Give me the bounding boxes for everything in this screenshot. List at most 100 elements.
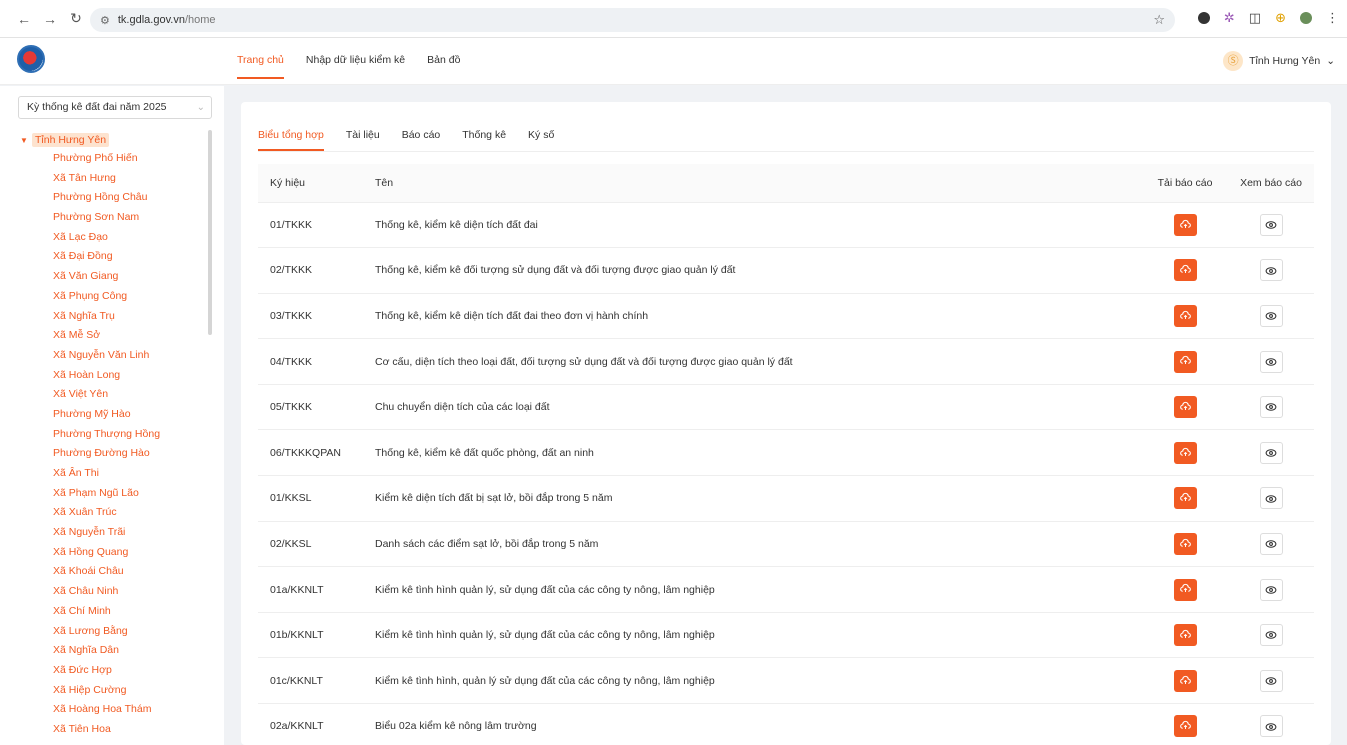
- tree-children: Phường Phố Hiến Xã Tân Hưng Phường Hồng Ch…: [20, 149, 210, 740]
- app-header: Trang chủ Nhập dữ liệu kiểm kê Bản đồ Ⓢ …: [0, 38, 1347, 85]
- tree-item[interactable]: Phường Thượng Hồng: [20, 425, 210, 445]
- eye-icon[interactable]: [1259, 624, 1283, 647]
- tree-item[interactable]: Xã Việt Yên: [20, 385, 210, 405]
- tree-item[interactable]: Xã Hiệp Cường: [20, 681, 210, 701]
- eye-icon[interactable]: [1259, 350, 1283, 373]
- period-select[interactable]: Kỳ thống kê đất đai năm 2025 ⌄: [18, 96, 212, 119]
- tree-item[interactable]: Xã Phạm Ngũ Lão: [20, 484, 210, 504]
- browser-toolbar: ← → ↻ ⚙ tk.gdla.gov.vn/home ☆ ✲ ◫ ⊕ ⋮: [0, 0, 1347, 38]
- cloud-download-icon[interactable]: [1173, 350, 1197, 373]
- tree-root-label[interactable]: Tỉnh Hưng Yên: [32, 133, 110, 147]
- tree-item[interactable]: Xã Lạc Đạo: [20, 228, 210, 248]
- row-code: 03/TKKK: [258, 293, 363, 340]
- cloud-download-icon[interactable]: [1173, 669, 1197, 692]
- tree-item[interactable]: Xã Nghĩa Trụ: [20, 307, 210, 327]
- tree-item[interactable]: Xã Phụng Công: [20, 287, 210, 307]
- cloud-download-icon[interactable]: [1173, 578, 1197, 601]
- row-download-cell: [1142, 384, 1228, 431]
- tree-item[interactable]: Xã Nguyễn Văn Linh: [20, 346, 210, 366]
- tree-item[interactable]: Xã Đại Đồng: [20, 247, 210, 267]
- cloud-download-icon[interactable]: [1173, 396, 1197, 419]
- cloud-download-icon[interactable]: [1173, 532, 1197, 555]
- tree-item[interactable]: Phường Hồng Châu: [20, 188, 210, 208]
- cloud-download-icon[interactable]: [1173, 259, 1197, 282]
- extension-icon[interactable]: [1197, 12, 1210, 24]
- cloud-download-icon[interactable]: [1173, 487, 1197, 510]
- browser-menu-icon[interactable]: ⋮: [1326, 10, 1339, 26]
- eye-icon[interactable]: [1259, 669, 1283, 692]
- cloud-download-icon[interactable]: [1173, 213, 1197, 236]
- tree-item[interactable]: Phường Đường Hào: [20, 444, 210, 464]
- tree-item[interactable]: Xã Xuân Trúc: [20, 503, 210, 523]
- tab-documents[interactable]: Tài liệu: [346, 129, 380, 151]
- tree-item[interactable]: Xã Tân Hưng: [20, 169, 210, 189]
- eye-icon[interactable]: [1259, 487, 1283, 510]
- row-view-cell: [1228, 521, 1314, 568]
- tree-item[interactable]: Xã Nguyễn Trãi: [20, 523, 210, 543]
- cloud-download-icon[interactable]: [1173, 441, 1197, 464]
- tree-item[interactable]: Xã Nghĩa Dân: [20, 641, 210, 661]
- reload-icon[interactable]: ↻: [66, 10, 86, 27]
- cloud-download-icon[interactable]: [1173, 304, 1197, 327]
- tree-item[interactable]: Xã Khoái Châu: [20, 562, 210, 582]
- tree-item[interactable]: Xã Hồng Quang: [20, 543, 210, 563]
- row-view-cell: [1228, 429, 1314, 477]
- table-row: 01a/KKNLT Kiểm kê tình hình quản lý, sử d…: [258, 566, 1314, 613]
- tree-item[interactable]: Xã Tiên Hoa: [20, 720, 210, 740]
- eye-icon[interactable]: [1259, 715, 1283, 738]
- tree-item[interactable]: Phường Sơn Nam: [20, 208, 210, 228]
- row-view-cell: [1228, 612, 1314, 659]
- tree-item[interactable]: Xã Ân Thi: [20, 464, 210, 484]
- nav-input-data[interactable]: Nhập dữ liệu kiểm kê: [306, 38, 405, 85]
- tree-root[interactable]: ▼ Tỉnh Hưng Yên: [20, 131, 210, 149]
- row-name: Kiểm kê tình hình quản lý, sử dụng đất c…: [363, 566, 1142, 613]
- tree-item[interactable]: Phường Phố Hiến: [20, 149, 210, 169]
- tree-item[interactable]: Xã Lương Bằng: [20, 622, 210, 642]
- forward-icon[interactable]: →: [40, 11, 60, 27]
- caret-down-icon[interactable]: ▼: [20, 136, 32, 145]
- address-bar[interactable]: ⚙ tk.gdla.gov.vn/home ☆: [90, 8, 1175, 32]
- eye-icon[interactable]: [1259, 304, 1283, 327]
- table-row: 06/TKKKQPAN Thống kê, kiểm kê đất quốc ph…: [258, 429, 1314, 477]
- nav-map[interactable]: Bản đồ: [427, 38, 460, 85]
- main-card: Biểu tổng hợp Tài liệu Báo cáo Thống kê …: [241, 102, 1331, 745]
- tab-statistics[interactable]: Thống kê: [462, 129, 506, 151]
- row-code: 05/TKKK: [258, 384, 363, 431]
- user-menu[interactable]: Ⓢ Tỉnh Hưng Yên ⌄: [1223, 51, 1335, 71]
- sidebar-scrollbar[interactable]: [208, 130, 212, 335]
- app-logo[interactable]: [17, 45, 45, 73]
- tree-item[interactable]: Xã Hoàn Long: [20, 366, 210, 386]
- eye-icon[interactable]: [1259, 259, 1283, 282]
- tree-item[interactable]: Xã Chí Minh: [20, 602, 210, 622]
- eye-icon[interactable]: [1259, 213, 1283, 236]
- row-name: Thống kê, kiểm kê diện tích đất đai theo…: [363, 293, 1142, 340]
- eye-icon[interactable]: [1259, 532, 1283, 555]
- tree-item[interactable]: Xã Mễ Sở: [20, 326, 210, 346]
- nav-home[interactable]: Trang chủ: [237, 38, 284, 85]
- profile-avatar-icon[interactable]: [1300, 12, 1312, 24]
- tree-item[interactable]: Xã Đức Hợp: [20, 661, 210, 681]
- url-text: tk.gdla.gov.vn/home: [118, 14, 216, 26]
- extension-flower-icon[interactable]: ✲: [1224, 10, 1235, 26]
- report-tabs: Biểu tổng hợp Tài liệu Báo cáo Thống kê …: [258, 129, 554, 151]
- back-icon[interactable]: ←: [14, 11, 34, 27]
- bookmark-star-icon[interactable]: ☆: [1153, 12, 1165, 28]
- tree-item[interactable]: Xã Hoàng Hoa Thám: [20, 700, 210, 720]
- eye-icon[interactable]: [1259, 441, 1283, 464]
- row-download-cell: [1142, 703, 1228, 745]
- eye-icon[interactable]: [1259, 578, 1283, 601]
- chevron-down-icon: ⌄: [196, 102, 205, 113]
- tab-reports[interactable]: Báo cáo: [402, 129, 441, 151]
- extensions-puzzle-icon[interactable]: ◫: [1249, 10, 1261, 26]
- cloud-download-icon[interactable]: [1173, 715, 1197, 738]
- tab-summary[interactable]: Biểu tổng hợp: [258, 129, 324, 151]
- eye-icon[interactable]: [1259, 396, 1283, 419]
- tree-item[interactable]: Xã Văn Giang: [20, 267, 210, 287]
- download-icon[interactable]: ⊕: [1275, 10, 1286, 26]
- cloud-download-icon[interactable]: [1173, 624, 1197, 647]
- tree-item[interactable]: Phường Mỹ Hào: [20, 405, 210, 425]
- col-download-header: Tải báo cáo: [1142, 164, 1228, 203]
- site-info-icon[interactable]: ⚙: [100, 14, 110, 27]
- tab-digital-sign[interactable]: Ký số: [528, 129, 554, 151]
- tree-item[interactable]: Xã Châu Ninh: [20, 582, 210, 602]
